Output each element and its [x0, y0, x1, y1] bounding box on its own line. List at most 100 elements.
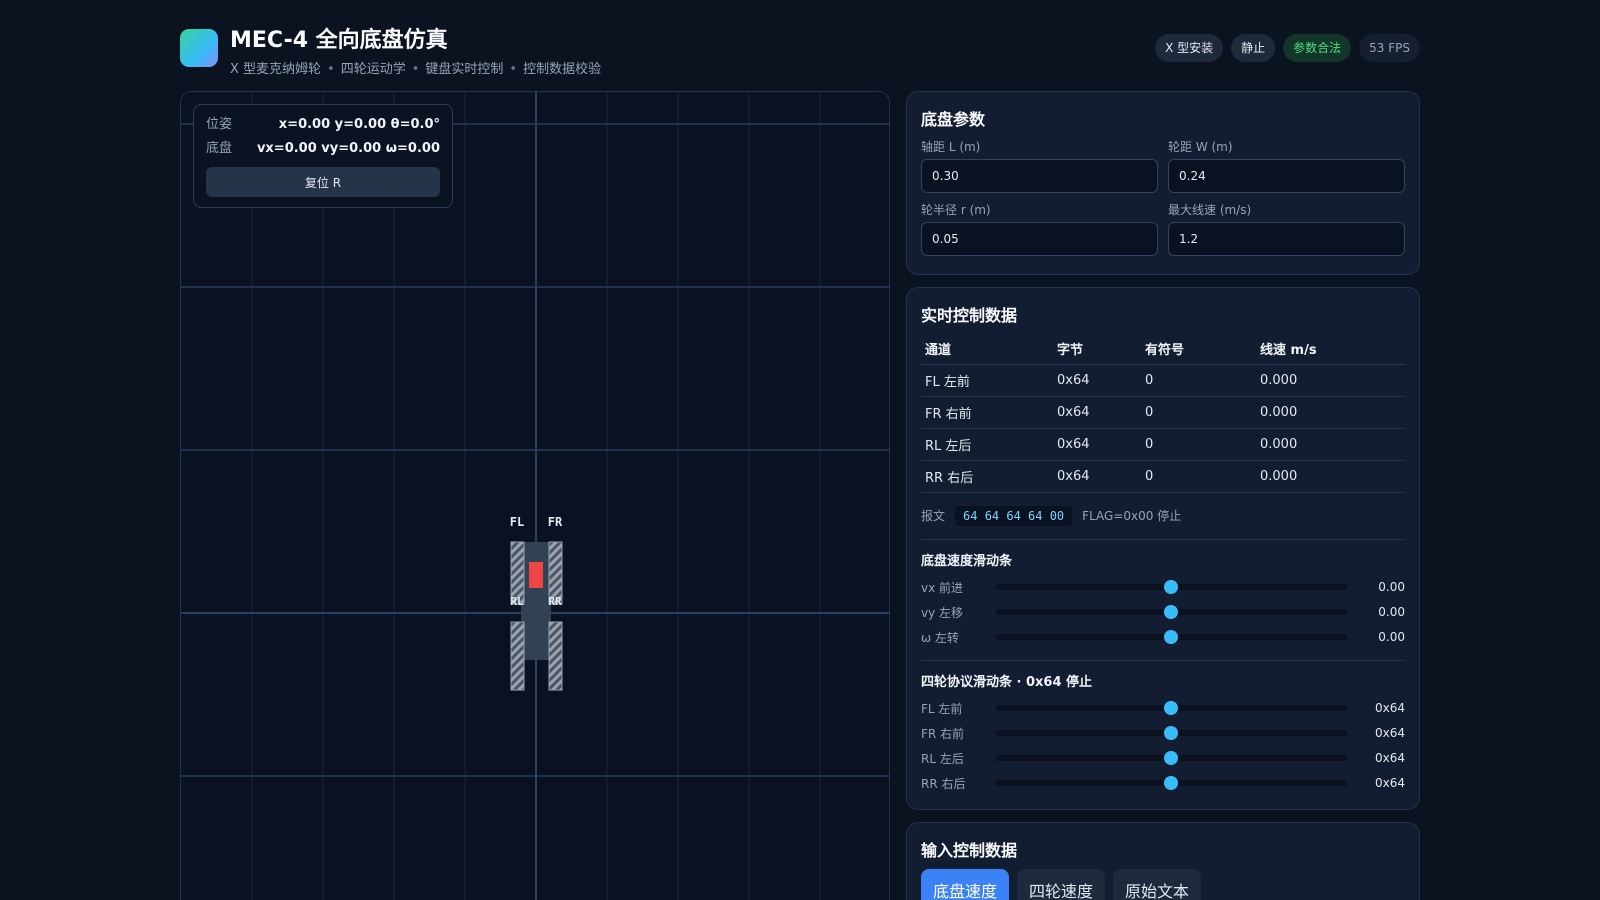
param-valid-badge: 参数合法	[1283, 34, 1352, 62]
cell: RL 左后	[921, 428, 1053, 461]
chassis-slider-row: ω 左转 0.00	[921, 625, 1405, 650]
table-header-row: 通道 字节 有符号 线速 m/s	[921, 334, 1405, 365]
table-row: RR 右后 0x64 0 0.000	[921, 460, 1405, 493]
slider-label: vx 前进	[921, 580, 964, 595]
tab-wheel-speed[interactable]: 四轮速度	[1017, 869, 1106, 900]
slider-thumb[interactable]	[1164, 701, 1178, 715]
wheel-slider-row: RR 右后 0x64	[921, 771, 1405, 796]
wheelbase-input[interactable]	[921, 159, 1158, 193]
wheel-label-fl: FL	[510, 515, 524, 529]
slider-thumb[interactable]	[1164, 751, 1178, 765]
wheel-sliders-title: 四轮协议滑动条 · 0x64 停止	[921, 674, 1093, 690]
cell: 0.000	[1256, 396, 1405, 429]
cell: FL 左前	[921, 364, 1053, 397]
slider-label: RL 左后	[921, 751, 964, 766]
chassis-slider-track[interactable]	[995, 605, 1347, 619]
cell: 0x64	[1053, 428, 1141, 461]
chassis-sliders: vx 前进 0.00 vy 左移 0.00 ω 左转 0.00	[921, 575, 1405, 650]
table-row: RL 左后 0x64 0 0.000	[921, 428, 1405, 461]
slider-thumb[interactable]	[1164, 776, 1178, 790]
slider-label: ω 左转	[921, 630, 959, 645]
slider-thumb[interactable]	[1164, 605, 1178, 619]
cell: 0x64	[1053, 364, 1141, 397]
wheel-slider-row: RL 左后 0x64	[921, 746, 1405, 771]
input-card: 输入控制数据 底盘速度 四轮速度 原始文本	[906, 822, 1420, 900]
packet-label: 报文	[921, 509, 946, 523]
wheel-slider-track[interactable]	[995, 751, 1347, 765]
pose-value: x=0.00 y=0.00 θ=0.0°	[278, 117, 440, 132]
control-title: 实时控制数据	[921, 306, 1018, 325]
cell: 0.000	[1256, 364, 1405, 397]
track-width-field: 轮距 W (m)	[1168, 138, 1405, 193]
col-byte: 字节	[1053, 334, 1141, 365]
chassis-sliders-title: 底盘速度滑动条	[921, 553, 1013, 569]
divider	[921, 538, 1405, 540]
wheel-radius-label: 轮半径 r (m)	[921, 203, 991, 217]
max-speed-input[interactable]	[1168, 222, 1405, 256]
slider-value: 0x64	[1374, 701, 1405, 715]
wheel-slider-track[interactable]	[995, 776, 1347, 790]
slider-thumb[interactable]	[1164, 580, 1178, 594]
sim-grid: FL FR RL RR	[181, 92, 889, 900]
slider-label: RR 右后	[921, 776, 966, 791]
pose-overlay: 位姿 x=0.00 y=0.00 θ=0.0° 底盘 vx=0.00 vy=0.…	[193, 104, 453, 208]
slider-label: FR 右前	[921, 726, 965, 741]
subtitle-part: 控制数据校验	[523, 62, 602, 77]
chassis-slider-track[interactable]	[995, 580, 1347, 594]
chassis-slider-track[interactable]	[995, 630, 1347, 644]
cell: 0	[1141, 364, 1256, 397]
wheel-radius-field: 轮半径 r (m)	[921, 201, 1158, 256]
wheel-slider-row: FR 右前 0x64	[921, 721, 1405, 746]
pose-label: 位姿	[206, 117, 233, 132]
cell: 0	[1141, 396, 1256, 429]
cell: 0	[1141, 460, 1256, 493]
cell: 0x64	[1053, 460, 1141, 493]
cell: 0x64	[1053, 396, 1141, 429]
fps-badge: 53 FPS	[1359, 34, 1420, 62]
simulation-canvas[interactable]: FL FR RL RR 位姿 x=0.00 y=0.00 θ=0.0° 底盘 v…	[180, 91, 890, 900]
reset-button[interactable]: 复位 R	[206, 167, 440, 197]
cell: 0.000	[1256, 460, 1405, 493]
slider-label: FL 左前	[921, 701, 963, 716]
wheel-radius-input[interactable]	[921, 222, 1158, 256]
tab-raw-text[interactable]: 原始文本	[1113, 869, 1202, 900]
slider-value: 0.00	[1378, 630, 1405, 644]
wheel-slider-row: FL 左前 0x64	[921, 696, 1405, 721]
app-header: MEC-4 全向底盘仿真 X 型麦克纳姆轮 • 四轮运动学 • 键盘实时控制 • 控制数据校…	[180, 22, 1420, 82]
wheel-label-fr: FR	[548, 515, 563, 529]
motion-status-badge: 静止	[1231, 34, 1276, 62]
pose-row: 位姿 x=0.00 y=0.00 θ=0.0°	[206, 113, 440, 137]
chassis-label: 底盘	[206, 141, 233, 156]
tab-chassis-speed[interactable]: 底盘速度	[921, 869, 1010, 900]
subtitle-part: 键盘实时控制	[425, 62, 504, 77]
slider-value: 0.00	[1378, 580, 1405, 594]
app-logo-icon	[180, 29, 218, 67]
slider-value: 0x64	[1374, 751, 1405, 765]
subtitle-part: X 型麦克纳姆轮	[230, 62, 322, 77]
packet-value: 64 64 64 64 00	[955, 505, 1073, 526]
table-row: FL 左前 0x64 0 0.000	[921, 364, 1405, 397]
col-speed: 线速 m/s	[1256, 334, 1405, 365]
page-title: MEC-4 全向底盘仿真	[230, 28, 448, 53]
cell: 0	[1141, 428, 1256, 461]
slider-thumb[interactable]	[1164, 726, 1178, 740]
mount-badge: X 型安装	[1155, 34, 1224, 62]
slider-thumb[interactable]	[1164, 630, 1178, 644]
control-table: 通道 字节 有符号 线速 m/s FL 左前 0x64 0 0.000 FR 右…	[921, 334, 1405, 493]
wheelbase-label: 轴距 L (m)	[921, 140, 981, 154]
wheel-slider-track[interactable]	[995, 701, 1347, 715]
input-tabs: 底盘速度 四轮速度 原始文本	[921, 869, 1405, 900]
packet-row: 报文 64 64 64 64 00 FLAG=0x00 停止	[921, 503, 1405, 529]
input-title: 输入控制数据	[921, 841, 1018, 860]
wheel-slider-track[interactable]	[995, 726, 1347, 740]
wheelbase-field: 轴距 L (m)	[921, 138, 1158, 193]
params-card: 底盘参数 轴距 L (m) 轮距 W (m) 轮半径 r (m) 最大线速 (m…	[906, 91, 1420, 275]
wheel-label-rl: RL	[510, 595, 524, 608]
params-title: 底盘参数	[921, 110, 986, 129]
max-speed-label: 最大线速 (m/s)	[1168, 203, 1252, 217]
track-width-input[interactable]	[1168, 159, 1405, 193]
wheel-rl	[510, 621, 525, 691]
table-row: FR 右前 0x64 0 0.000	[921, 396, 1405, 429]
track-width-label: 轮距 W (m)	[1168, 140, 1233, 154]
divider	[921, 659, 1405, 661]
